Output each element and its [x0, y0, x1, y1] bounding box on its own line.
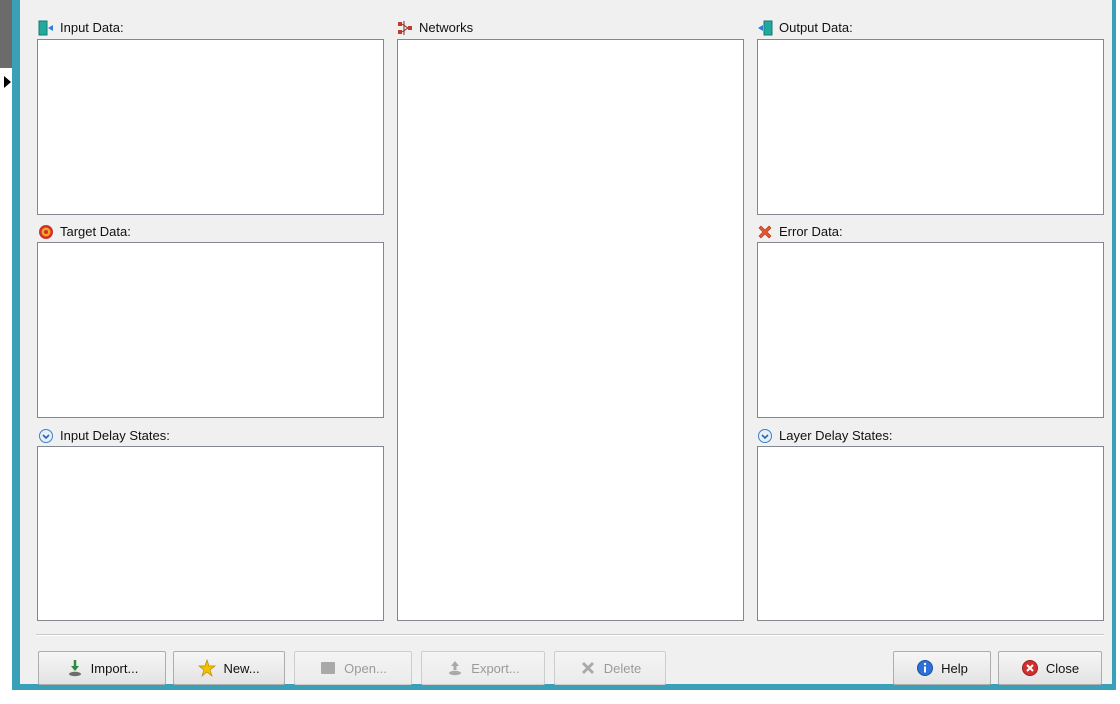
import-button[interactable]: Import... [38, 651, 166, 685]
new-button[interactable]: New... [173, 651, 285, 685]
error-icon [757, 224, 773, 240]
input-delay-states-list[interactable] [37, 446, 384, 621]
export-button[interactable]: Export... [421, 651, 545, 685]
target-icon [38, 224, 54, 240]
output-data-header: Output Data: [757, 18, 853, 38]
delay-states-icon [757, 428, 773, 444]
network-icon [397, 20, 413, 36]
import-label: Import... [90, 660, 139, 676]
target-data-label: Target Data: [60, 224, 131, 239]
input-delay-states-header: Input Delay States: [38, 426, 170, 446]
output-data-icon [757, 20, 773, 36]
target-data-list[interactable] [37, 242, 384, 418]
input-data-label: Input Data: [60, 20, 124, 35]
delete-button[interactable]: Delete [554, 651, 666, 685]
open-icon [319, 659, 337, 677]
networks-list[interactable] [397, 39, 744, 621]
open-label: Open... [344, 660, 387, 676]
export-label: Export... [471, 660, 520, 676]
button-separator [36, 634, 1104, 636]
resize-pointer-icon [4, 76, 11, 88]
delete-icon [579, 659, 597, 677]
layer-delay-states-header: Layer Delay States: [757, 426, 892, 446]
close-icon [1021, 659, 1039, 677]
help-button[interactable]: Help [893, 651, 991, 685]
target-data-header: Target Data: [38, 222, 131, 242]
info-icon [916, 659, 934, 677]
delay-states-icon [38, 428, 54, 444]
layer-delay-states-label: Layer Delay States: [779, 428, 893, 443]
output-data-label: Output Data: [779, 20, 853, 35]
input-data-icon [38, 20, 54, 36]
delete-label: Delete [603, 660, 642, 676]
output-data-list[interactable] [757, 39, 1104, 215]
error-data-label: Error Data: [779, 224, 843, 239]
error-data-header: Error Data: [757, 222, 843, 242]
close-label: Close [1045, 660, 1080, 676]
new-star-icon [198, 658, 217, 678]
export-icon [446, 659, 464, 677]
open-button[interactable]: Open... [294, 651, 412, 685]
input-data-header: Input Data: [38, 18, 124, 38]
networks-header: Networks [397, 18, 473, 38]
error-data-list[interactable] [757, 242, 1104, 418]
networks-label: Networks [419, 20, 474, 35]
desktop-edge-dark [0, 0, 12, 68]
new-label: New... [223, 660, 260, 676]
help-label: Help [941, 660, 968, 676]
close-button[interactable]: Close [998, 651, 1102, 685]
import-icon [66, 659, 84, 677]
input-data-list[interactable] [37, 39, 384, 215]
layer-delay-states-list[interactable] [757, 446, 1104, 621]
input-delay-states-label: Input Delay States: [60, 428, 170, 443]
